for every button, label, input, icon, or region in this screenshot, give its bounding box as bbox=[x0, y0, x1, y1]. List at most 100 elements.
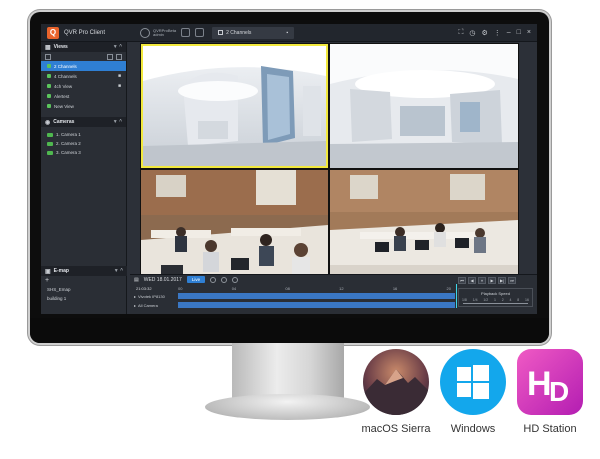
channel-selector[interactable]: 2 Channels ▪ bbox=[212, 26, 295, 39]
view-item-label: 4ch View bbox=[54, 83, 73, 89]
edit-view-icon[interactable] bbox=[116, 53, 122, 60]
top-right-controls: ⛶ ◷ ⚙ ⋮ – □ × bbox=[458, 29, 531, 37]
view-item[interactable]: 4 Channels ■ bbox=[41, 71, 126, 81]
emap-header[interactable]: ▣ E-map ▼ ^ bbox=[41, 266, 127, 276]
emap-item-label: SHS_Emap bbox=[47, 287, 71, 292]
view-item[interactable]: New View bbox=[41, 101, 126, 111]
add-icon[interactable]: + bbox=[45, 277, 49, 284]
speed-tick: 4 bbox=[509, 298, 512, 302]
views-header[interactable]: ▦ Views ▼ ^ bbox=[41, 42, 126, 52]
emap-item[interactable]: building 1 bbox=[41, 294, 127, 303]
zoom-in-icon[interactable] bbox=[210, 276, 217, 283]
emap-title: E-map bbox=[53, 268, 69, 274]
timeline-track[interactable]: ▸ Vivotek IP8130 bbox=[130, 292, 455, 300]
svg-text:H: H bbox=[527, 365, 552, 403]
play-icon[interactable]: ▶ bbox=[488, 277, 496, 284]
video-feed-2[interactable] bbox=[330, 44, 518, 168]
more-icon[interactable]: ⋮ bbox=[494, 29, 501, 37]
ruler-tick: 08 bbox=[285, 285, 290, 291]
speed-slider[interactable] bbox=[463, 303, 528, 304]
minimize-icon[interactable]: – bbox=[507, 29, 511, 36]
ruler-tick: 12 bbox=[339, 285, 344, 291]
live-button[interactable]: Live bbox=[186, 276, 206, 283]
save-icon[interactable]: ▪ bbox=[286, 30, 288, 36]
camera-item[interactable]: 1. Camera 1 bbox=[41, 130, 126, 139]
view-icon bbox=[47, 84, 51, 88]
timeline-track[interactable]: ▸ All Camera bbox=[130, 301, 455, 309]
emap-item[interactable]: SHS_Emap bbox=[41, 285, 127, 294]
ruler-tick: 04 bbox=[231, 285, 237, 291]
hd-station-label: HD Station bbox=[523, 423, 577, 435]
speed-tick: 8 bbox=[517, 298, 520, 302]
camera-icon bbox=[47, 150, 53, 155]
camera-list: 1. Camera 1 2. Camera 2 3. Camera 3 bbox=[41, 130, 126, 157]
camera-item[interactable]: 3. Camera 3 bbox=[41, 148, 126, 157]
clock-icon[interactable]: ◷ bbox=[469, 29, 475, 37]
collapse-icon[interactable]: ▼ ^ bbox=[113, 119, 122, 125]
close-icon[interactable]: × bbox=[527, 29, 531, 36]
step-forward-icon[interactable]: ▶| bbox=[498, 277, 506, 284]
macos-sierra-icon bbox=[363, 349, 429, 415]
layout-icon[interactable] bbox=[181, 28, 191, 37]
emap-toolbar: + bbox=[41, 276, 127, 285]
view-list: 2 Channels 4 Channels ■ 4ch View ■ Alertest Ne… bbox=[41, 61, 126, 111]
maximize-icon[interactable]: □ bbox=[517, 29, 521, 36]
cameras-header[interactable]: ◉ Cameras ▼ ^ bbox=[41, 117, 126, 127]
fullscreen-icon[interactable]: ⛶ bbox=[458, 29, 463, 37]
ruler-ticks: 00 04 08 12 16 20 bbox=[178, 286, 455, 291]
view-item[interactable]: 4ch View ■ bbox=[41, 81, 126, 91]
view-item[interactable]: Alertest bbox=[41, 91, 126, 101]
avatar-icon bbox=[140, 27, 150, 38]
calendar-icon[interactable]: ▤ bbox=[134, 277, 139, 283]
playback-time: 21:03:32 bbox=[136, 285, 152, 291]
sidebar: ▦ Views ▼ ^ 2 Channels 4 Channels ■ 4ch Vie… bbox=[41, 42, 127, 314]
view-item[interactable]: 2 Channels bbox=[41, 61, 126, 71]
gear-icon[interactable]: ⚙ bbox=[481, 29, 487, 37]
video-wall bbox=[140, 43, 519, 296]
recording-bar[interactable] bbox=[178, 293, 455, 299]
lock-icon: ■ bbox=[117, 73, 121, 79]
zoom-out-icon[interactable] bbox=[221, 276, 228, 283]
skip-forward-icon[interactable]: ⏭ bbox=[508, 277, 516, 284]
account-user: admin bbox=[153, 31, 164, 37]
camera-icon bbox=[47, 132, 53, 137]
view-item-label: New View bbox=[54, 103, 74, 109]
view-item-label: 4 Channels bbox=[54, 73, 77, 79]
channel-selector-label: 2 Channels bbox=[226, 29, 252, 36]
pause-icon[interactable]: ⏸ bbox=[478, 277, 486, 284]
track-name: ▸ All Camera bbox=[130, 303, 178, 308]
video-feed-1[interactable] bbox=[141, 44, 328, 168]
playback-panel: ▤ WED 18.01.2017 Live 21:03:32 00 04 08 12 1… bbox=[130, 274, 537, 314]
app-window: Q QVR Pro Client QVRProBeta admin 2 Chan… bbox=[41, 24, 537, 314]
add-view-icon[interactable] bbox=[107, 53, 113, 60]
skip-back-icon[interactable]: ⏮ bbox=[458, 277, 466, 284]
views-icon: ▦ bbox=[45, 44, 51, 51]
emap-list: SHS_Emap building 1 bbox=[41, 285, 127, 303]
recording-bar[interactable] bbox=[178, 302, 455, 308]
camera-item[interactable]: 2. Camera 2 bbox=[41, 139, 126, 148]
zoom-fit-icon[interactable] bbox=[232, 276, 239, 283]
step-back-icon[interactable]: ◀ bbox=[468, 277, 476, 284]
account-box[interactable]: QVRProBeta admin bbox=[140, 27, 176, 38]
playback-speed-box[interactable]: Playback Speed 1/8 1/4 1/2 1 2 4 8 16 bbox=[458, 288, 533, 307]
track-name: ▸ Vivotek IP8130 bbox=[130, 294, 178, 299]
filter-icon[interactable]: ▼ ^ bbox=[113, 44, 122, 50]
monitor-icon[interactable] bbox=[195, 28, 205, 37]
product-stage: Q QVR Pro Client QVRProBeta admin 2 Chan… bbox=[0, 0, 600, 459]
view-icon bbox=[47, 94, 51, 98]
monitor-chin bbox=[30, 318, 549, 343]
ruler-tick: 20 bbox=[446, 285, 451, 291]
track-label: All Camera bbox=[138, 302, 158, 308]
playhead-marker[interactable] bbox=[456, 284, 457, 308]
svg-text:D: D bbox=[549, 376, 569, 407]
view-layout-icon[interactable] bbox=[45, 53, 51, 60]
speed-tick: 1/8 bbox=[462, 298, 467, 302]
windows-icon bbox=[440, 349, 506, 415]
timeline-ruler[interactable]: 21:03:32 00 04 08 12 16 20 bbox=[130, 284, 455, 292]
view-icon bbox=[47, 64, 51, 68]
emap-collapse-icon[interactable]: ▼ ^ bbox=[114, 268, 123, 274]
speed-tick: 1 bbox=[494, 298, 496, 302]
track-label: Vivotek IP8130 bbox=[138, 293, 165, 299]
playback-date: WED 18.01.2017 bbox=[143, 276, 182, 283]
views-title: Views bbox=[53, 44, 68, 50]
